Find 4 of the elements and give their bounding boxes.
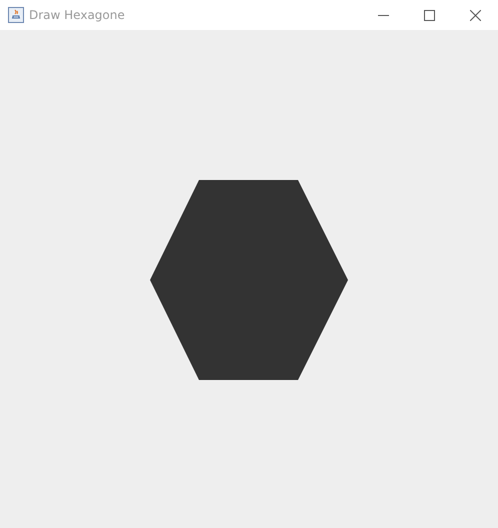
maximize-icon [424, 10, 434, 20]
java-cup-icon [8, 7, 24, 23]
window-title: Draw Hexagone [29, 8, 126, 22]
close-icon [470, 10, 480, 20]
